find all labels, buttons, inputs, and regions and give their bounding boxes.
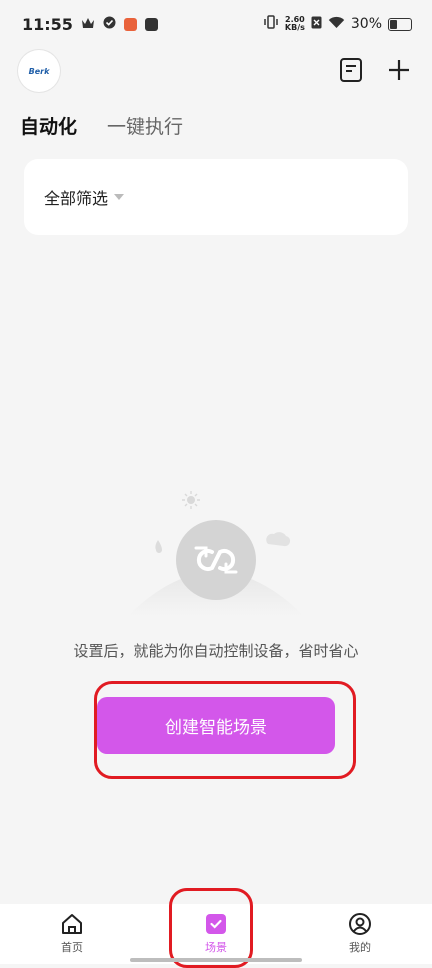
nav-item-scene[interactable]: 场景	[144, 904, 288, 964]
nav-label-scene: 场景	[205, 941, 227, 954]
tab-automation[interactable]: 自动化	[20, 112, 77, 139]
sun-icon	[182, 491, 200, 509]
plus-icon	[389, 60, 409, 80]
empty-state-text: 设置后，就能为你自动控制设备，省时省心	[73, 642, 359, 660]
nav-label-mine: 我的	[349, 941, 371, 954]
vibrate-icon	[263, 15, 279, 33]
app-icon	[123, 17, 137, 31]
scene-check-icon	[206, 914, 226, 934]
status-bar: 11:55 2.60 KB/s 30%	[0, 0, 432, 48]
battery-percent: 30%	[350, 16, 382, 32]
nav-item-home[interactable]: 首页	[0, 904, 144, 964]
bag-icon	[144, 17, 158, 31]
log-list-button[interactable]	[337, 56, 365, 84]
home-icon	[62, 914, 82, 934]
cloud-icon	[266, 532, 291, 547]
drop-icon	[155, 540, 162, 553]
no-sim-icon	[311, 16, 322, 33]
filter-dropdown[interactable]: 全部筛选	[44, 185, 125, 209]
nav-item-mine[interactable]: 我的	[288, 904, 432, 964]
filter-label: 全部筛选	[44, 189, 109, 208]
nav-label-home: 首页	[61, 941, 83, 954]
tab-one-click[interactable]: 一键执行	[107, 112, 183, 139]
add-button[interactable]	[385, 56, 413, 84]
status-time: 11:55	[22, 14, 73, 34]
home-indicator[interactable]	[130, 958, 302, 962]
bottom-nav: 首页 场景 我的	[0, 904, 432, 964]
empty-illustration	[126, 488, 306, 616]
battery-icon	[388, 17, 412, 31]
caret-down-icon	[114, 194, 125, 200]
create-scene-button[interactable]: 创建智能场景	[97, 697, 335, 754]
network-speed: 2.60 KB/s	[284, 15, 305, 32]
user-icon	[349, 913, 371, 935]
brand-logo: Berk	[18, 50, 60, 92]
filter-card: 全部筛选	[24, 159, 408, 235]
scene-tabs: 自动化 一键执行	[20, 112, 183, 139]
crown-icon	[81, 15, 95, 33]
check-badge-icon	[103, 15, 116, 33]
wifi-icon	[328, 16, 345, 33]
app-header: Berk	[0, 48, 432, 96]
list-doc-icon	[340, 58, 362, 82]
